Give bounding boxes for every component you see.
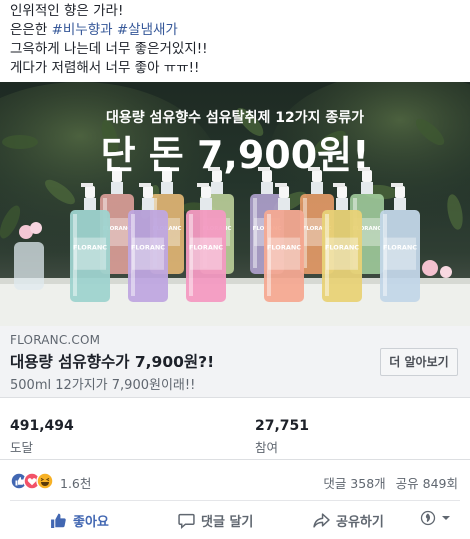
post-line: 은은한 #비누향과 #살냄새가 bbox=[10, 21, 460, 40]
learn-more-button[interactable]: 더 알아보기 bbox=[380, 348, 458, 376]
share-icon bbox=[313, 512, 330, 528]
post-text-3: 그윽하게 나는데 너무 좋은거있지!! bbox=[10, 41, 208, 57]
reach-value: 491,494 bbox=[10, 418, 74, 434]
comment-button[interactable]: 댓글 달기 bbox=[178, 510, 253, 530]
post-text-4: 게다가 저렴해서 너무 좋아 ㅠㅠ!! bbox=[10, 60, 200, 76]
engagement-stat: 27,751 참여 bbox=[255, 418, 309, 456]
reaction-icons[interactable] bbox=[10, 472, 58, 490]
reach-label: 도달 bbox=[10, 440, 34, 455]
share-button[interactable]: 공유하기 bbox=[313, 510, 384, 530]
bottle-brand: FLORANC bbox=[131, 244, 165, 252]
reactions-bar: 1.6천 댓글 358개 공유 849회 bbox=[0, 470, 470, 494]
bottle-brand: FLORANC bbox=[267, 244, 301, 252]
reach-stat: 491,494 도달 bbox=[10, 418, 74, 456]
bottle-brand: FLORANC bbox=[73, 244, 107, 252]
leaf bbox=[2, 135, 38, 149]
post-line: 인위적인 향은 가라! bbox=[10, 2, 460, 21]
post-line: 그윽하게 나는데 너무 좋은거있지!! bbox=[10, 40, 460, 59]
flower bbox=[422, 260, 438, 276]
link-description: 500ml 12가지가 7,900원이래!! bbox=[10, 378, 196, 393]
action-bar: 좋아요 댓글 달기 공유하기 bbox=[10, 500, 460, 538]
globe-icon bbox=[420, 510, 436, 526]
comment-icon bbox=[178, 513, 195, 529]
glass-vase bbox=[14, 242, 44, 290]
hashtag-link[interactable]: #살냄새가 bbox=[117, 22, 178, 38]
comment-count[interactable]: 댓글 358개 bbox=[323, 476, 385, 491]
post-insights: 491,494 도달 27,751 참여 bbox=[0, 410, 470, 460]
post-text-2: 은은한 bbox=[10, 22, 52, 38]
bottle-brand: FLORANC bbox=[189, 244, 223, 252]
thumbs-up-icon bbox=[51, 513, 66, 528]
comment-label: 댓글 달기 bbox=[201, 514, 254, 530]
ad-subtitle: 대용량 섬유향수 섬유탈취제 12가지 종류가 bbox=[106, 109, 364, 126]
hashtag-link[interactable]: #비누향과 bbox=[52, 22, 113, 38]
link-domain: FLORANC.COM bbox=[10, 333, 101, 347]
flower bbox=[30, 222, 42, 234]
post-text-1: 인위적인 향은 가라! bbox=[10, 3, 124, 19]
like-label: 좋아요 bbox=[73, 514, 109, 530]
engagement-value: 27,751 bbox=[255, 418, 310, 434]
link-preview[interactable]: FLORANC.COM 대용량 섬유향수가 7,900원?! 500ml 12가… bbox=[0, 326, 470, 398]
ad-image[interactable]: FLORANC FLORANC FLORANC FLORANC FLORANC FLORA… bbox=[0, 82, 470, 326]
bottle-brand: FLORANC bbox=[325, 244, 359, 252]
share-label: 공유하기 bbox=[336, 514, 384, 530]
post-line: 게다가 저렴해서 너무 좋아 ㅠㅠ!! bbox=[10, 59, 460, 78]
haha-reaction-icon bbox=[36, 472, 54, 490]
flower bbox=[440, 266, 452, 278]
engagement-label: 참여 bbox=[255, 440, 279, 455]
ad-illustration: FLORANC FLORANC FLORANC FLORANC FLORANC FLORA… bbox=[0, 82, 470, 326]
like-button[interactable]: 좋아요 bbox=[50, 510, 109, 530]
audience-selector[interactable] bbox=[420, 510, 452, 526]
share-count[interactable]: 공유 849회 bbox=[396, 476, 458, 491]
reaction-count[interactable]: 1.6천 bbox=[60, 473, 91, 492]
link-title[interactable]: 대용량 섬유향수가 7,900원?! bbox=[10, 350, 214, 372]
comment-share-counts: 댓글 358개 공유 849회 bbox=[317, 473, 458, 492]
caret-down-icon bbox=[442, 516, 450, 520]
post-message: 인위적인 향은 가라! 은은한 #비누향과 #살냄새가 그윽하게 나는데 너무 … bbox=[10, 2, 460, 78]
bottle-brand: FLORANC bbox=[383, 244, 417, 252]
ad-headline: 단 돈 7,900원! bbox=[101, 133, 370, 177]
